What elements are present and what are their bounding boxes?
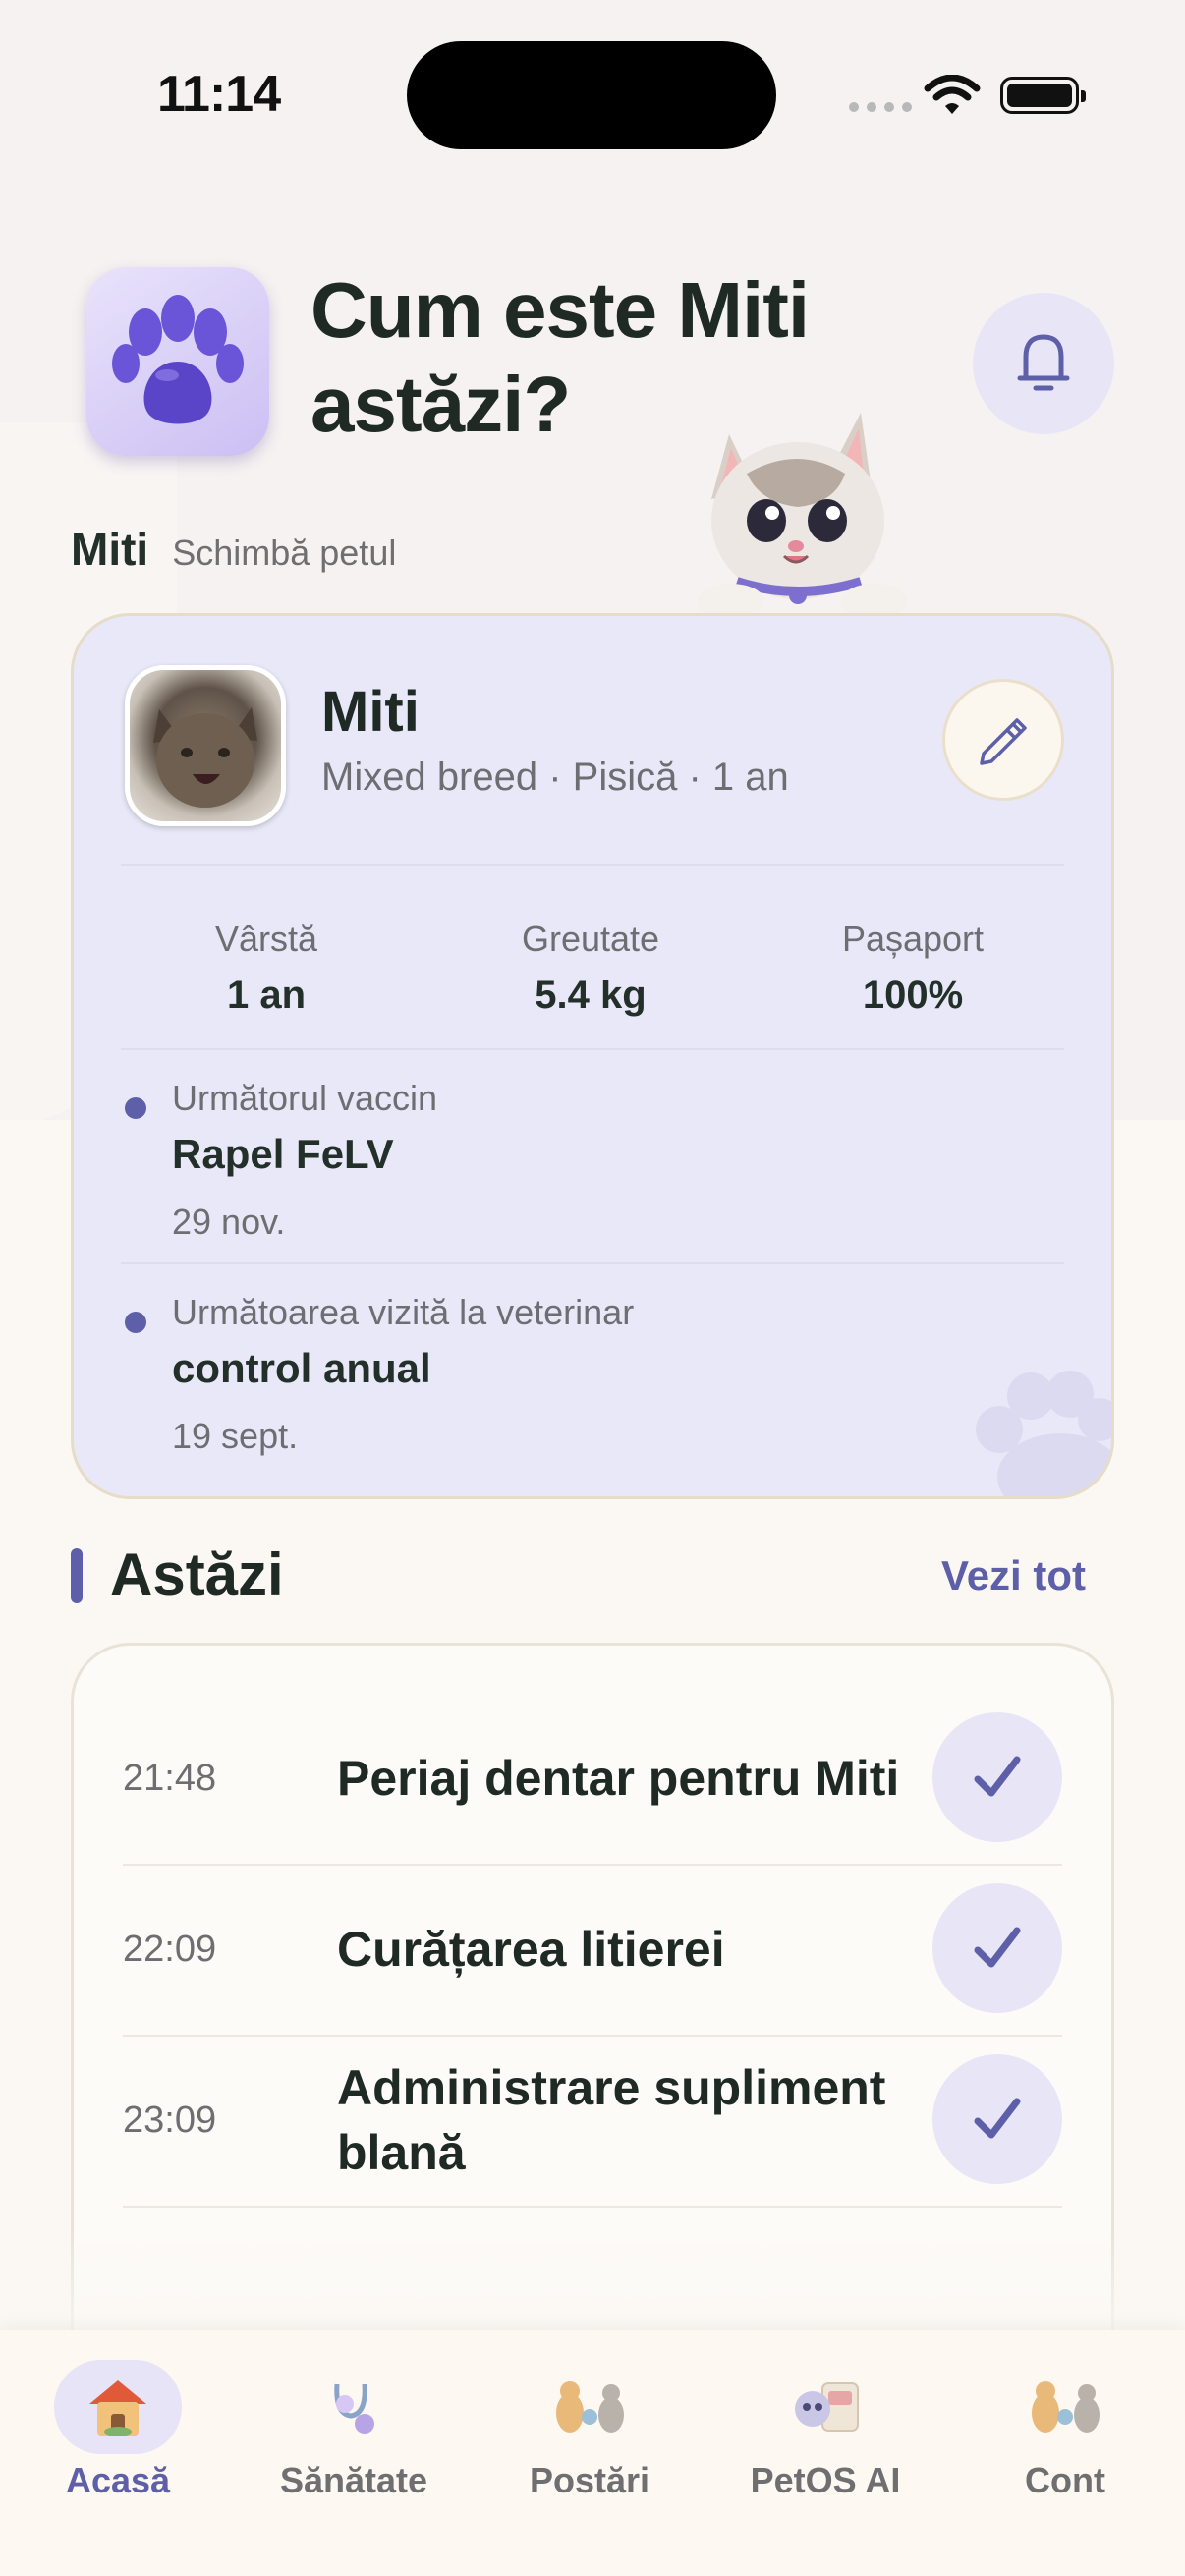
task-row[interactable]: 23:09 Administrare supliment blană (123, 2035, 1062, 2208)
task-time: 22:09 (123, 1928, 217, 1970)
event-date: 29 nov. (172, 1202, 286, 1242)
notifications-button[interactable] (973, 293, 1114, 434)
see-all-link[interactable]: Vezi tot (941, 1552, 1086, 1599)
pet-card-subtitle: Mixed breed · Pisică · 1 an (321, 756, 789, 799)
tab-petos-ai[interactable]: PetOS AI (717, 2360, 933, 2501)
task-title: Administrare supliment blană (337, 2060, 886, 2180)
bullet-dot (125, 1312, 146, 1333)
stat-value: 1 an (226, 974, 307, 1017)
pet-profile-card[interactable]: Miti Mixed breed · Pisică · 1 an Vârstă … (71, 613, 1114, 1499)
tab-acasa[interactable]: Acasă (10, 2360, 226, 2501)
tab-cont[interactable]: Cont (957, 2360, 1173, 2501)
checkmark-icon (974, 2098, 1021, 2139)
next-vaccine[interactable]: Următorul vaccin Rapel FeLV 29 nov. (125, 1078, 1009, 1245)
complete-task-button[interactable] (932, 1712, 1062, 1842)
tab-label: Acasă (65, 2460, 171, 2500)
edit-pet-button[interactable] (942, 679, 1064, 801)
paw-decoration-icon (976, 1371, 1111, 1496)
card-divider (121, 1048, 1064, 1050)
task-title: Curățarea litierei (337, 1922, 725, 1977)
next-vet-visit[interactable]: Următoarea vizită la veterinar control a… (125, 1292, 1009, 1459)
stat-label: Pașaport (841, 919, 985, 959)
card-divider (121, 864, 1064, 866)
ai-robot-icon (762, 2360, 889, 2454)
stat-label: Greutate (521, 919, 660, 959)
pencil-icon (980, 718, 1027, 765)
dynamic-island (407, 41, 776, 149)
task-row[interactable]: 21:48 Periaj dentar pentru Miti (123, 1693, 1062, 1866)
tab-label: Sănătate (279, 2460, 428, 2500)
battery-icon (1000, 77, 1086, 114)
tab-label: Cont (1025, 2460, 1105, 2500)
account-pets-icon (1001, 2360, 1129, 2454)
task-time: 23:09 (123, 2099, 217, 2141)
app-logo-paw-icon (86, 267, 269, 456)
cat-mascot-illustration (698, 413, 908, 617)
task-time: 21:48 (123, 1757, 217, 1799)
pet-card-name: Miti (321, 680, 420, 744)
stethoscope-icon (290, 2360, 418, 2454)
stat-label: Vârstă (214, 919, 318, 959)
current-pet-name: Miti (71, 524, 149, 575)
house-icon (54, 2360, 182, 2454)
bell-icon (1017, 334, 1070, 391)
event-label: Următoarea vizită la veterinar (172, 1292, 635, 1332)
pet-selector[interactable]: Miti Schimbă petul (71, 523, 396, 576)
stat-weight: Greutate 5.4 kg (443, 919, 738, 1018)
tab-label: PetOS AI (750, 2460, 901, 2500)
checkmark-icon (974, 1756, 1021, 1797)
wifi-icon (924, 75, 981, 114)
stat-passport: Pașaport 100% (765, 919, 1060, 1018)
section-accent-bar (71, 1548, 83, 1603)
stat-value: 5.4 kg (535, 974, 647, 1017)
complete-task-button[interactable] (932, 2054, 1062, 2184)
bottom-tab-bar: Acasă Sănătate Postări PetOS AI Cont (0, 2330, 1185, 2576)
complete-task-button[interactable] (932, 1883, 1062, 2013)
event-date: 19 sept. (172, 1416, 299, 1456)
pets-icon (526, 2360, 653, 2454)
tab-label: Postări (529, 2460, 650, 2500)
event-title: control anual (172, 1345, 431, 1391)
task-row[interactable]: 22:09 Curățarea litierei (123, 1864, 1062, 2037)
change-pet-link[interactable]: Schimbă petul (172, 532, 396, 574)
card-divider (121, 1262, 1064, 1264)
event-title: Rapel FeLV (172, 1131, 394, 1177)
checkmark-icon (974, 1927, 1021, 1968)
cellular-signal-icon (849, 102, 912, 112)
task-title: Periaj dentar pentru Miti (337, 1751, 900, 1806)
event-label: Următorul vaccin (172, 1078, 438, 1118)
bullet-dot (125, 1097, 146, 1119)
stat-value: 100% (862, 974, 964, 1017)
tab-sanatate[interactable]: Sănătate (246, 2360, 462, 2501)
tab-postari[interactable]: Postări (481, 2360, 698, 2501)
stat-age: Vârstă 1 an (119, 919, 414, 1018)
status-time: 11:14 (157, 66, 281, 123)
today-section-title: Astăzi (110, 1541, 284, 1607)
pet-avatar (125, 665, 286, 826)
